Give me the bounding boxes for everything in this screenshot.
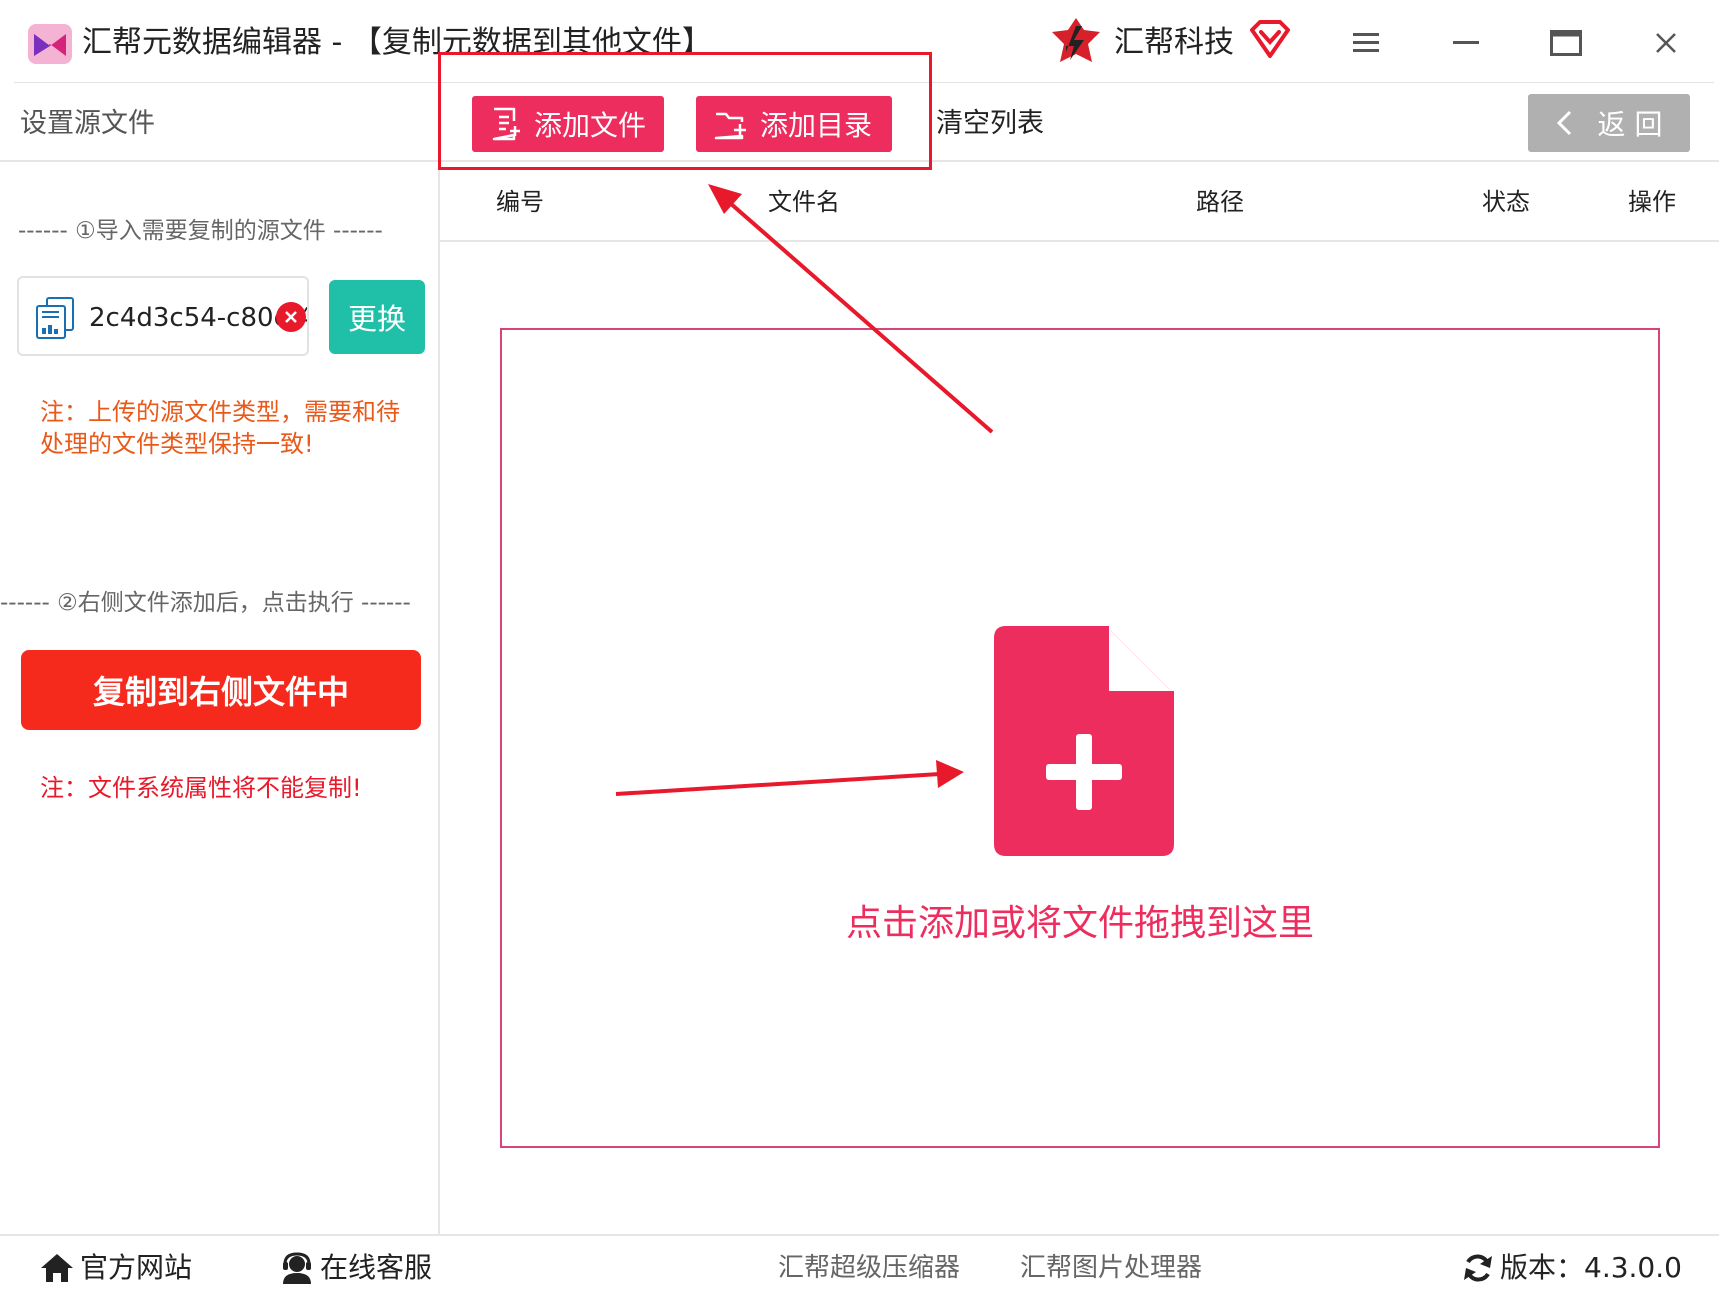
source-type-note: 注：上传的源文件类型，需要和待处理的文件类型保持一致! — [40, 398, 400, 458]
file-list-icon — [492, 107, 520, 141]
clear-list-button[interactable]: 清空列表 — [936, 102, 1044, 146]
hamburger-menu-icon — [1353, 33, 1379, 52]
toolbar: 添加文件 添加目录 清空列表 返 回 — [440, 84, 1719, 162]
close-button[interactable] — [1636, 18, 1696, 68]
version-info[interactable]: 版本：4.3.0.0 — [1462, 1248, 1682, 1288]
remove-file-button[interactable] — [276, 302, 306, 332]
official-site-link[interactable]: 官方网站 — [40, 1248, 192, 1288]
step1-label: ------ ①导入需要复制的源文件 ------ — [18, 218, 383, 244]
replace-button[interactable]: 更换 — [329, 280, 425, 354]
back-label: 返 回 — [1597, 108, 1663, 141]
app-window: 汇帮元数据编辑器 - 【复制元数据到其他文件】 汇帮科技 设置源文件 -----… — [0, 0, 1719, 1299]
image-tool-link[interactable]: 汇帮图片处理器 — [1020, 1248, 1202, 1288]
version-label: 版本：4.3.0.0 — [1500, 1251, 1682, 1284]
minimize-button[interactable] — [1436, 18, 1496, 68]
title-bar: 汇帮元数据编辑器 - 【复制元数据到其他文件】 汇帮科技 — [0, 0, 1719, 84]
brand-name: 汇帮科技 — [1114, 25, 1234, 60]
column-path: 路径 — [1196, 188, 1244, 216]
maximize-icon — [1550, 30, 1582, 56]
left-panel-title: 设置源文件 — [20, 108, 155, 139]
add-directory-label: 添加目录 — [760, 109, 873, 142]
compressor-link[interactable]: 汇帮超级压缩器 — [778, 1248, 960, 1288]
drop-zone-hint: 点击添加或将文件拖拽到这里 — [845, 903, 1314, 944]
vip-diamond-icon[interactable] — [1248, 20, 1292, 60]
close-icon — [285, 311, 297, 323]
menu-button[interactable] — [1336, 18, 1396, 68]
column-actions: 操作 — [1628, 188, 1676, 216]
left-panel: 设置源文件 ------ ①导入需要复制的源文件 ------ 2c4d3c54… — [0, 84, 440, 1234]
column-filename: 文件名 — [768, 188, 840, 216]
online-service-link[interactable]: 在线客服 — [280, 1248, 432, 1288]
footer-bar: 官方网站 在线客服 汇帮超级压缩器 汇帮图片处理器 版本：4.3.0.0 — [0, 1234, 1719, 1299]
close-icon — [1656, 33, 1676, 53]
attribute-note: 注：文件系统属性将不能复制! — [40, 774, 362, 802]
maximize-button[interactable] — [1536, 18, 1596, 68]
brand-logo-icon — [1052, 18, 1100, 62]
app-logo-icon — [28, 24, 72, 64]
folder-add-icon — [714, 112, 746, 140]
window-title: 汇帮元数据编辑器 - 【复制元数据到其他文件】 — [82, 25, 712, 60]
online-service-label: 在线客服 — [320, 1251, 433, 1284]
customer-service-icon — [283, 1252, 311, 1284]
refresh-icon — [1464, 1254, 1492, 1282]
file-drop-zone[interactable]: 点击添加或将文件拖拽到这里 — [500, 328, 1660, 1148]
add-file-label: 添加文件 — [534, 109, 647, 142]
add-directory-button[interactable]: 添加目录 — [696, 96, 892, 152]
copy-to-files-button[interactable]: 复制到右侧文件中 — [21, 650, 421, 730]
file-table-header: 编号 文件名 路径 状态 操作 — [440, 162, 1719, 242]
add-file-button[interactable]: 添加文件 — [472, 96, 664, 152]
document-icon — [36, 297, 74, 339]
minimize-icon — [1453, 41, 1479, 44]
left-panel-header: 设置源文件 — [0, 84, 438, 162]
official-site-label: 官方网站 — [80, 1251, 193, 1284]
title-divider — [14, 82, 1714, 83]
column-number: 编号 — [496, 188, 544, 216]
chevron-left-icon — [1556, 110, 1571, 136]
source-file-chip[interactable]: 2c4d3c54-c80c-4 — [17, 276, 309, 356]
home-icon — [41, 1254, 73, 1282]
add-file-icon[interactable] — [994, 626, 1174, 856]
column-status: 状态 — [1482, 188, 1530, 216]
step2-label: ------ ②右侧文件添加后，点击执行 ------ — [0, 590, 411, 616]
back-button[interactable]: 返 回 — [1528, 94, 1690, 152]
